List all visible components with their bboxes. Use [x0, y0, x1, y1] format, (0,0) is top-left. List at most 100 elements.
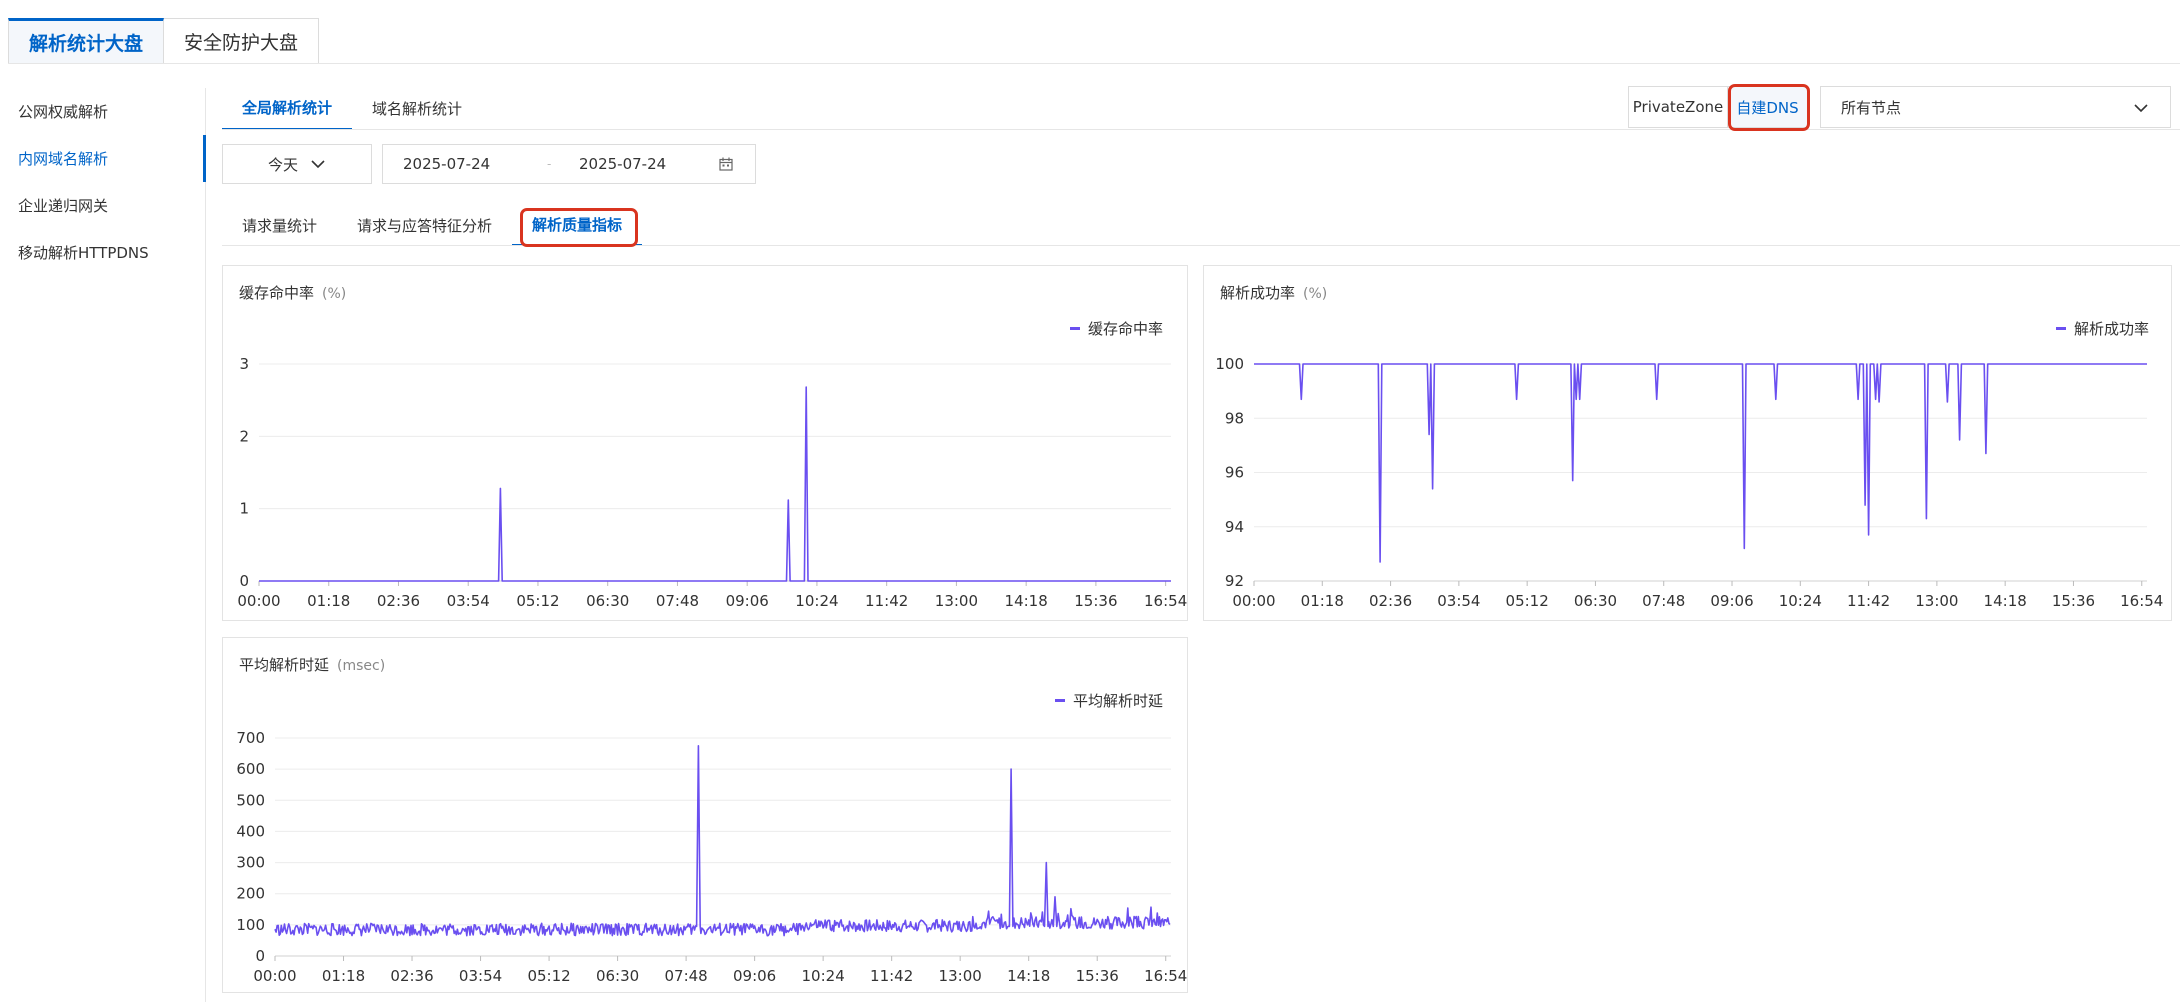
tab-request-volume[interactable]: 请求量统计: [222, 204, 337, 246]
chevron-down-icon: [311, 160, 325, 169]
chart-title: 缓存命中率 (%): [239, 282, 346, 303]
x-tick-label: 02:36: [390, 967, 433, 985]
x-tick-label: 03:54: [1437, 592, 1480, 610]
legend-swatch: [1054, 699, 1065, 702]
tab-global-stats[interactable]: 全局解析统计: [222, 86, 353, 130]
y-tick-label: 0: [255, 947, 265, 965]
sidebar: 公网权威解析 内网域名解析 企业递归网关 移动解析HTTPDNS: [0, 88, 206, 1002]
metric-tabs-divider: [222, 245, 2180, 246]
x-tick-label: 00:00: [253, 967, 296, 985]
y-tick-label: 600: [236, 760, 265, 778]
chart-legend[interactable]: 解析成功率: [2055, 318, 2149, 339]
highlight-box-self-dns: [1728, 84, 1810, 131]
node-select-value: 所有节点: [1841, 98, 1902, 117]
chevron-down-icon: [2134, 104, 2148, 113]
chart-unit: (%): [1303, 286, 1328, 302]
x-tick-label: 10:24: [802, 967, 845, 985]
day-select[interactable]: 今天: [222, 144, 372, 184]
y-tick-label: 96: [1225, 464, 1244, 482]
y-tick-label: 200: [236, 885, 265, 903]
x-tick-label: 00:00: [237, 592, 280, 610]
x-tick-label: 13:00: [939, 967, 982, 985]
tab-domain-stats[interactable]: 域名解析统计: [352, 86, 482, 130]
chart-title: 平均解析时延 (msec): [239, 654, 385, 675]
x-tick-label: 03:54: [447, 592, 490, 610]
y-tick-label: 700: [236, 729, 265, 747]
chart-unit: (msec): [337, 658, 386, 674]
x-tick-label: 10:24: [1779, 592, 1822, 610]
x-tick-label: 15:36: [1074, 592, 1117, 610]
y-tick-label: 92: [1225, 572, 1244, 590]
x-tick-label: 14:18: [1005, 592, 1048, 610]
legend-swatch: [1069, 327, 1080, 330]
privatezone-toggle[interactable]: PrivateZone: [1628, 86, 1728, 128]
y-tick-label: 300: [236, 854, 265, 872]
x-tick-label: 11:42: [865, 592, 908, 610]
x-tick-label: 07:48: [664, 967, 707, 985]
series-line[interactable]: [1254, 363, 2147, 563]
x-tick-label: 13:00: [935, 592, 978, 610]
highlight-box-quality-tab: [520, 208, 638, 247]
y-tick-label: 94: [1225, 518, 1244, 536]
x-tick-label: 11:42: [1847, 592, 1890, 610]
x-tick-label: 15:36: [2052, 592, 2095, 610]
chart-title-text: 缓存命中率: [239, 284, 315, 302]
x-tick-label: 13:00: [1915, 592, 1958, 610]
x-tick-label: 05:12: [527, 967, 570, 985]
x-tick-label: 02:36: [1369, 592, 1412, 610]
x-tick-label: 09:06: [726, 592, 769, 610]
series-line[interactable]: [259, 386, 1171, 582]
node-select[interactable]: 所有节点: [1820, 86, 2171, 128]
y-tick-label: 98: [1225, 409, 1244, 427]
x-tick-label: 16:54: [1144, 592, 1187, 610]
legend-label: 缓存命中率: [1087, 320, 1163, 338]
sub-tabs-divider: [222, 129, 2180, 130]
y-tick-label: 2: [239, 427, 249, 445]
date-range-picker[interactable]: -: [382, 144, 756, 184]
sidebar-item-recursive-gateway[interactable]: 企业递归网关: [0, 182, 205, 229]
x-tick-label: 10:24: [795, 592, 838, 610]
top-divider: [8, 63, 2180, 64]
day-select-value: 今天: [267, 155, 298, 174]
y-tick-label: 0: [239, 572, 249, 590]
sidebar-item-intranet-resolution[interactable]: 内网域名解析: [0, 135, 206, 182]
legend-label: 解析成功率: [2073, 320, 2149, 338]
x-tick-label: 16:54: [2120, 592, 2163, 610]
top-tab-security-dashboard[interactable]: 安全防护大盘: [164, 18, 320, 64]
x-tick-label: 06:30: [1574, 592, 1617, 610]
x-tick-label: 06:30: [596, 967, 639, 985]
x-tick-label: 14:18: [1007, 967, 1050, 985]
x-tick-label: 03:54: [459, 967, 502, 985]
sub-tabs: 全局解析统计 域名解析统计: [222, 86, 482, 130]
chart-unit: (%): [322, 286, 347, 302]
date-separator: -: [547, 157, 552, 171]
sidebar-item-public-authoritative[interactable]: 公网权威解析: [0, 88, 205, 135]
top-tab-analysis-dashboard[interactable]: 解析统计大盘: [8, 18, 165, 64]
chart-avg-latency: 0 100 200 300 400 500 600 700 00:00 01:18 02:36 03:…: [236, 729, 1187, 985]
x-tick-label: 09:06: [1710, 592, 1753, 610]
calendar-icon[interactable]: [719, 157, 733, 171]
top-tabs: 解析统计大盘 安全防护大盘: [8, 18, 320, 64]
x-tick-label: 01:18: [307, 592, 350, 610]
chart-card-cache-hit-rate: 0 1 2 3 00:00 01:18 02:36 03:54 05:12 06:30 07:48 0…: [222, 265, 1188, 621]
x-tick-label: 07:48: [1642, 592, 1685, 610]
x-tick-label: 00:00: [1232, 592, 1275, 610]
series-line[interactable]: [274, 745, 1171, 937]
x-tick-label: 14:18: [1984, 592, 2027, 610]
chart-title-text: 解析成功率: [1220, 284, 1296, 302]
date-end-input[interactable]: [579, 155, 709, 173]
chart-legend[interactable]: 缓存命中率: [1069, 318, 1163, 339]
chart-card-avg-latency: 0 100 200 300 400 500 600 700 00:00 01:18 02:36 03:…: [222, 637, 1188, 993]
y-tick-label: 3: [239, 355, 249, 373]
y-tick-label: 1: [239, 500, 249, 518]
sidebar-item-httpdns[interactable]: 移动解析HTTPDNS: [0, 229, 205, 276]
y-tick-label: 400: [236, 822, 265, 840]
chart-legend[interactable]: 平均解析时延: [1054, 690, 1163, 711]
date-start-input[interactable]: [403, 155, 533, 173]
x-tick-label: 16:54: [1144, 967, 1187, 985]
x-tick-label: 11:42: [870, 967, 913, 985]
tab-request-response-analysis[interactable]: 请求与应答特征分析: [337, 204, 512, 246]
chart-card-success-rate: 92 94 96 98 100 00:00 01:18 02:36 03:54 05:12 06:3…: [1203, 265, 2172, 621]
x-tick-label: 15:36: [1076, 967, 1119, 985]
y-tick-label: 100: [236, 916, 265, 934]
